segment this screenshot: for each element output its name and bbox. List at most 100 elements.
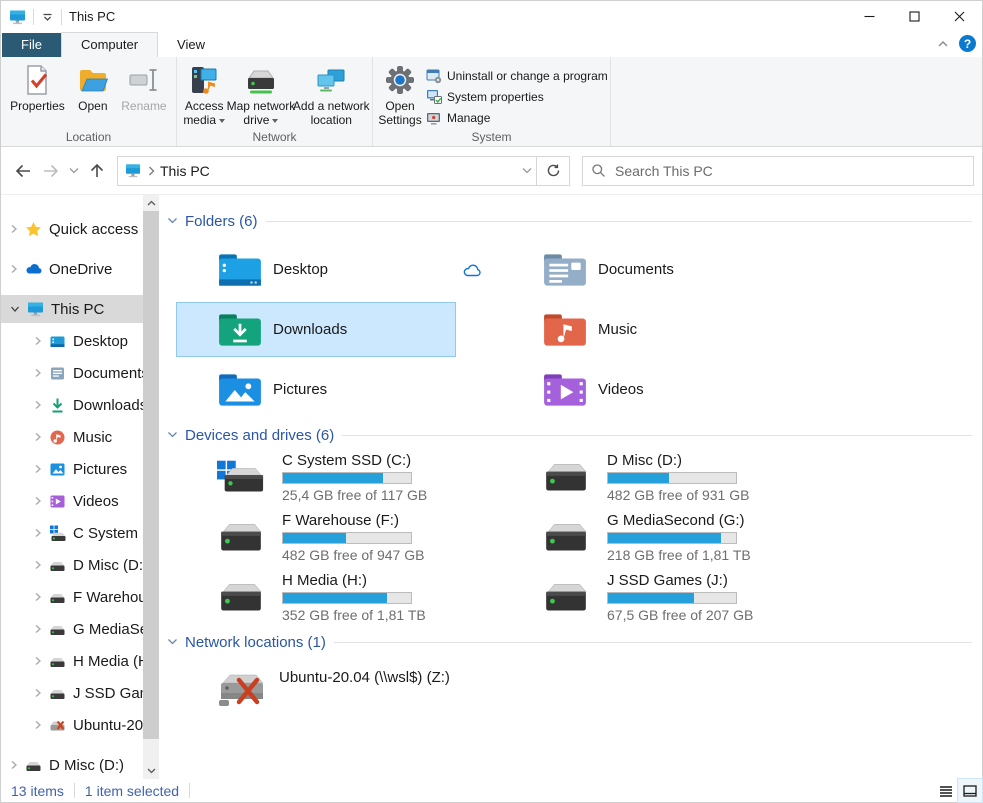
tab-file[interactable]: File <box>2 33 61 57</box>
address-bar[interactable]: This PC <box>117 156 537 186</box>
manage-button[interactable]: Manage <box>423 108 614 128</box>
folder-tile-downloads[interactable]: Downloads <box>176 302 456 357</box>
open-button[interactable]: Open <box>71 60 115 115</box>
open-settings-button[interactable]: OpenSettings <box>378 60 422 129</box>
minimize-button[interactable] <box>847 1 892 32</box>
properties-button[interactable]: Properties <box>6 60 69 115</box>
close-button[interactable] <box>937 1 982 32</box>
drive-icon <box>542 520 590 556</box>
sidebar-item-documents[interactable]: Documents <box>1 359 143 387</box>
chevron-right-icon[interactable] <box>34 432 42 442</box>
tab-computer[interactable]: Computer <box>61 32 158 57</box>
drive-tile-d[interactable]: D Misc (D:) 482 GB free of 931 GB <box>501 451 781 504</box>
add-network-location-button[interactable]: Add a networklocation <box>296 60 367 129</box>
sidebar-item-onedrive[interactable]: OneDrive <box>1 255 143 283</box>
sidebar-item-drive-f[interactable]: F Warehouse (F:) <box>1 583 143 611</box>
scrollbar-thumb[interactable] <box>143 211 159 739</box>
system-properties-button[interactable]: System properties <box>423 87 614 107</box>
section-collapse-icon[interactable] <box>167 431 178 439</box>
drive-tile-j[interactable]: J SSD Games (J:) 67,5 GB free of 207 GB <box>501 571 781 624</box>
collapse-ribbon-button[interactable] <box>937 40 949 48</box>
qat-customize-icon <box>41 11 54 23</box>
drive-tile-f[interactable]: F Warehouse (F:) 482 GB free of 947 GB <box>176 511 456 564</box>
sidebar-item-drive-d-root[interactable]: D Misc (D:) <box>1 751 143 779</box>
sidebar-item-drive-j[interactable]: J SSD Games (J:) <box>1 679 143 707</box>
folder-tile-desktop[interactable]: Desktop <box>176 242 456 297</box>
chevron-right-icon[interactable] <box>34 368 42 378</box>
folder-tile-music[interactable]: Music <box>501 302 781 357</box>
drive-name: F Warehouse (F:) <box>282 512 424 529</box>
sidebar-item-drive-c[interactable]: C System SSD (C:) <box>1 519 143 547</box>
uninstall-program-button[interactable]: Uninstall or change a program <box>423 66 614 86</box>
chevron-right-icon[interactable] <box>10 264 18 274</box>
network-tile-ubuntu[interactable]: Ubuntu-20.04 (\\wsl$) (Z:) <box>176 665 456 717</box>
chevron-right-icon[interactable] <box>34 336 42 346</box>
chevron-right-icon[interactable] <box>34 496 42 506</box>
folder-tile-pictures[interactable]: Pictures <box>176 362 456 417</box>
drive-tile-c[interactable]: C System SSD (C:) 25,4 GB free of 117 GB <box>176 451 456 504</box>
folder-tile-documents[interactable]: Documents <box>501 242 781 297</box>
qat-customize-button[interactable] <box>41 11 54 23</box>
breadcrumb-this-pc[interactable]: This PC <box>160 163 210 179</box>
drive-icon <box>25 757 42 774</box>
drive-tile-g[interactable]: G MediaSecond (G:) 218 GB free of 1,81 T… <box>501 511 781 564</box>
chevron-right-icon[interactable] <box>34 688 42 698</box>
forward-button[interactable] <box>37 157 65 185</box>
chevron-right-icon[interactable] <box>34 592 42 602</box>
sidebar-item-videos[interactable]: Videos <box>1 487 143 515</box>
sidebar-item-pictures[interactable]: Pictures <box>1 455 143 483</box>
scroll-up-button[interactable] <box>143 195 159 211</box>
scroll-down-button[interactable] <box>143 763 159 779</box>
section-collapse-icon[interactable] <box>167 217 178 225</box>
uninstall-program-label: Uninstall or change a program <box>447 69 608 83</box>
search-input[interactable] <box>615 163 965 179</box>
sidebar-item-drive-h[interactable]: H Media (H:) <box>1 647 143 675</box>
drive-tile-h[interactable]: H Media (H:) 352 GB free of 1,81 TB <box>176 571 456 624</box>
map-network-drive-button[interactable]: Map networkdrive <box>228 60 293 129</box>
star-icon <box>25 221 42 238</box>
section-header-network[interactable]: Network locations (1) <box>167 631 972 653</box>
chevron-right-icon[interactable] <box>10 760 18 770</box>
help-button[interactable]: ? <box>959 35 976 52</box>
maximize-button[interactable] <box>892 1 937 32</box>
chevron-right-icon[interactable] <box>34 464 42 474</box>
tab-view[interactable]: View <box>158 33 224 57</box>
drive-free-space: 25,4 GB free of 117 GB <box>282 487 427 503</box>
desktop-folder-icon <box>217 251 263 289</box>
access-media-button[interactable]: Accessmedia <box>182 60 226 129</box>
section-collapse-icon[interactable] <box>167 638 178 646</box>
chevron-right-icon[interactable] <box>34 560 42 570</box>
sidebar-item-ubuntu[interactable]: Ubuntu-20.04 (\\wsl$) (Z:) <box>1 711 143 739</box>
chevron-down-icon[interactable] <box>10 305 20 313</box>
up-button[interactable] <box>83 157 111 185</box>
scrollbar-track[interactable] <box>143 211 159 763</box>
section-header-devices[interactable]: Devices and drives (6) <box>167 424 972 446</box>
sidebar-scrollbar[interactable] <box>143 195 159 779</box>
folder-name: Videos <box>598 381 644 398</box>
drive-name: C System SSD (C:) <box>282 452 427 469</box>
chevron-right-icon[interactable] <box>34 720 42 730</box>
chevron-right-icon[interactable] <box>34 624 42 634</box>
items-view: Folders (6) Desktop Documents Downloads <box>159 195 982 779</box>
folder-tile-videos[interactable]: Videos <box>501 362 781 417</box>
chevron-right-icon[interactable] <box>34 400 42 410</box>
back-button[interactable] <box>9 157 37 185</box>
rename-button[interactable]: Rename <box>117 60 171 115</box>
chevron-right-icon[interactable] <box>34 656 42 666</box>
large-icons-view-button[interactable] <box>958 779 982 802</box>
section-header-folders[interactable]: Folders (6) <box>167 210 972 232</box>
search-box[interactable] <box>582 156 974 186</box>
sidebar-item-drive-d[interactable]: D Misc (D:) <box>1 551 143 579</box>
sidebar-item-desktop[interactable]: Desktop <box>1 327 143 355</box>
sidebar-item-quick-access[interactable]: Quick access <box>1 215 143 243</box>
sidebar-item-downloads[interactable]: Downloads <box>1 391 143 419</box>
sidebar-item-music[interactable]: Music <box>1 423 143 451</box>
refresh-button[interactable] <box>537 156 570 186</box>
sidebar-item-drive-g[interactable]: G MediaSecond (G:) <box>1 615 143 643</box>
recent-locations-button[interactable] <box>65 157 83 185</box>
chevron-right-icon[interactable] <box>34 528 42 538</box>
address-dropdown-icon[interactable] <box>522 167 532 174</box>
details-view-button[interactable] <box>934 779 958 802</box>
sidebar-item-this-pc[interactable]: This PC <box>1 295 143 323</box>
chevron-right-icon[interactable] <box>10 224 18 234</box>
